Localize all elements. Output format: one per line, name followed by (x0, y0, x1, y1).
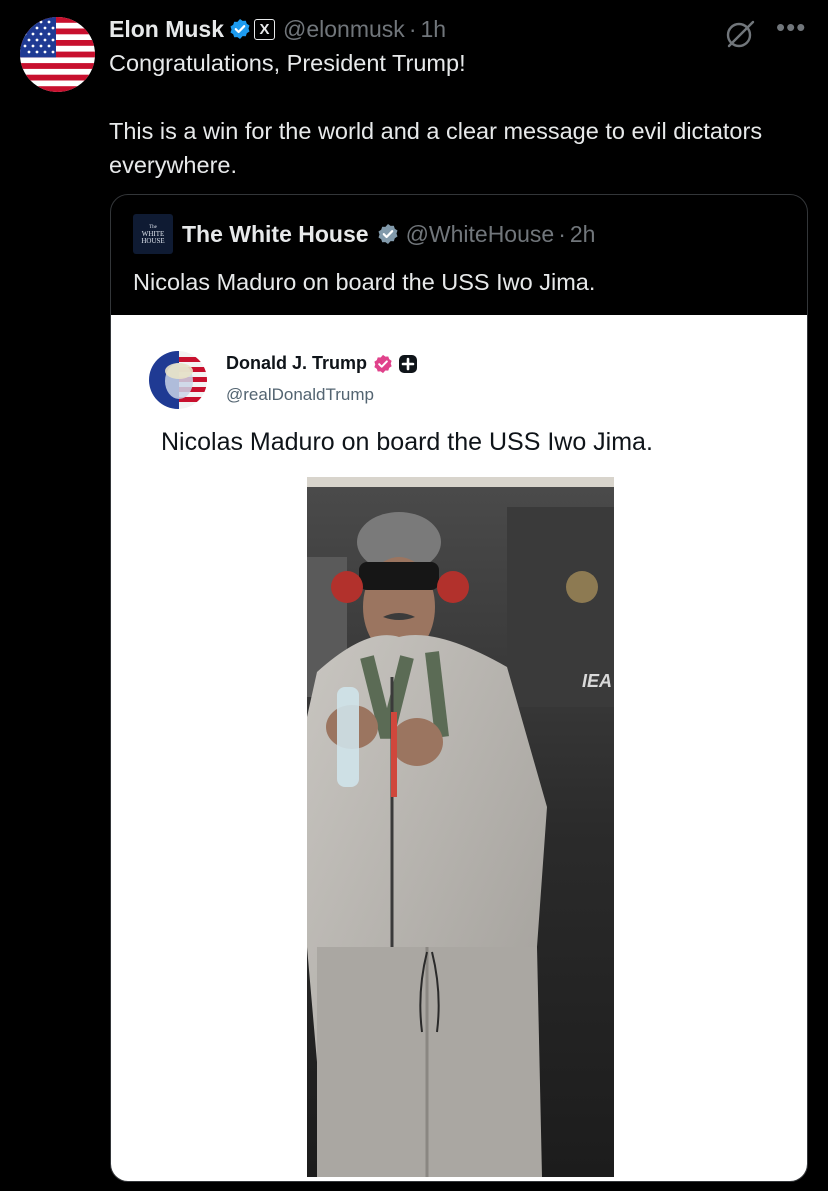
embedded-author-name: Donald J. Trump (226, 353, 368, 373)
quoted-post-image[interactable]: Donald J. Trump @realDonaldTrump Nicolas… (111, 315, 807, 1181)
us-flag-avatar-image (20, 17, 95, 92)
avatar[interactable] (20, 17, 95, 92)
post-time[interactable]: 1h (420, 16, 446, 43)
embedded-author-row: Donald J. Trump (226, 353, 418, 374)
maduro-photo: IEA (307, 477, 614, 1177)
truth-verified-badge-icon (373, 354, 393, 374)
quoted-post-card[interactable]: The WHITE HOUSE The White House @WhiteHo… (110, 194, 808, 1182)
trump-avatar (149, 351, 207, 409)
separator-dot: · (558, 220, 566, 247)
svg-text:IEA: IEA (582, 671, 612, 691)
post-text-line-2: This is a win for the world and a clear … (109, 118, 763, 178)
verified-badge-icon[interactable] (229, 18, 251, 40)
author-handle[interactable]: @elonmusk (283, 16, 405, 43)
embedded-post-text: Nicolas Maduro on board the USS Iwo Jima… (161, 428, 653, 456)
truth-plus-icon (398, 354, 418, 374)
quoted-author-name[interactable]: The White House (182, 221, 369, 248)
logo-text-3: HOUSE (141, 236, 165, 245)
embedded-author-handle: @realDonaldTrump (226, 385, 374, 404)
quoted-post-header: The WHITE HOUSE The White House @WhiteHo… (133, 214, 596, 254)
separator-dot: · (408, 15, 417, 42)
post-text-line-1: Congratulations, President Trump! (109, 50, 466, 76)
quoted-author-handle[interactable]: @WhiteHouse (406, 221, 555, 248)
post-header: Elon Musk X @elonmusk · 1h (109, 12, 446, 46)
x-affiliation-icon[interactable]: X (254, 18, 276, 40)
author-name[interactable]: Elon Musk (109, 16, 224, 43)
post-text: Congratulations, President Trump! This i… (109, 46, 789, 182)
more-options-icon[interactable]: ••• (776, 14, 806, 40)
quoted-post-text: Nicolas Maduro on board the USS Iwo Jima… (133, 269, 596, 295)
quoted-post-time[interactable]: 2h (570, 221, 596, 248)
white-house-logo-avatar[interactable]: The WHITE HOUSE (133, 214, 173, 254)
gov-verified-badge-icon[interactable] (377, 223, 399, 245)
